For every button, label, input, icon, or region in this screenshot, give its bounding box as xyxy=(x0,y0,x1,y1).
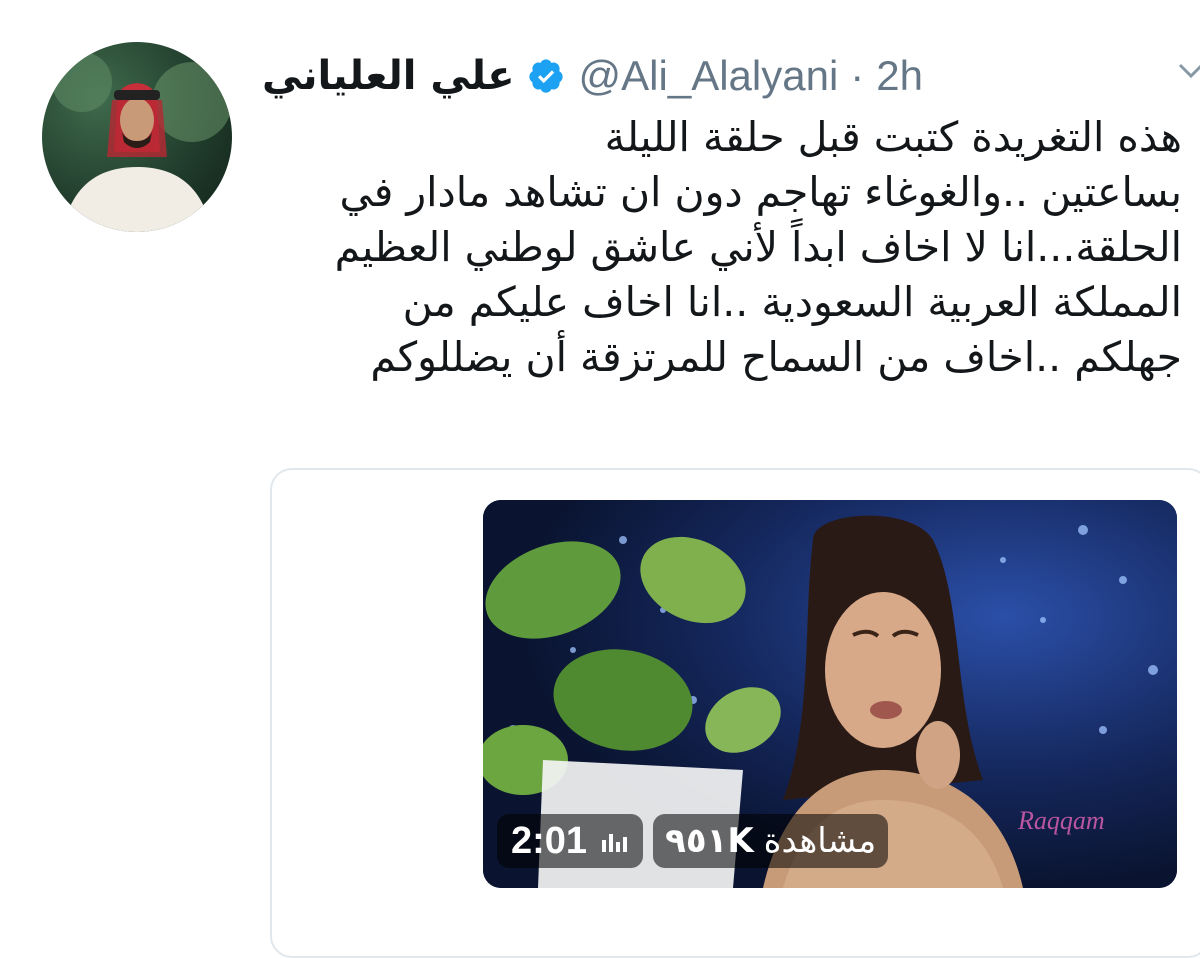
verified-badge-icon xyxy=(527,57,565,95)
tweet-text-line: بساعتين ..والغوغاء تهاجم دون ان تشاهد ما… xyxy=(339,168,1182,216)
duration-badge: 2:01 xyxy=(497,814,644,868)
views-badge: ٩٥١K مشاهدة xyxy=(653,814,889,868)
tweet-header: علي العلياني @Ali_Alalyani · 2h xyxy=(262,50,1200,102)
tweet-text-line: جهلكم ..اخاف من السماح للمرتزقة أن يضللو… xyxy=(370,333,1182,381)
views-label: مشاهدة xyxy=(763,821,877,861)
video-duration: 2:01 xyxy=(511,819,588,862)
video-overlay: 2:01 ٩٥١K مشاهدة xyxy=(497,812,889,870)
tweet-timestamp[interactable]: 2h xyxy=(876,52,923,100)
tweet-text-line: المملكة العربية السعودية ..انا اخاف عليك… xyxy=(402,278,1182,326)
chevron-down-icon[interactable] xyxy=(1176,55,1200,85)
sound-wave-icon[interactable] xyxy=(601,828,629,854)
author-display-name[interactable]: علي العلياني xyxy=(262,53,515,99)
tweet-text-line: هذه التغريدة كتبت قبل حلقة الليلة xyxy=(604,113,1182,161)
tweet-text-line: الحلقة...انا لا اخاف ابداً لأني عاشق لوط… xyxy=(334,223,1182,271)
channel-watermark: Raqqam xyxy=(1018,806,1105,835)
author-handle[interactable]: @Ali_Alalyani xyxy=(579,52,839,100)
tweet-text: هذه التغريدة كتبت قبل حلقة الليلة بساعتي… xyxy=(82,110,1182,385)
header-separator: · xyxy=(850,52,865,99)
views-count: ٩٥١K xyxy=(665,821,754,861)
